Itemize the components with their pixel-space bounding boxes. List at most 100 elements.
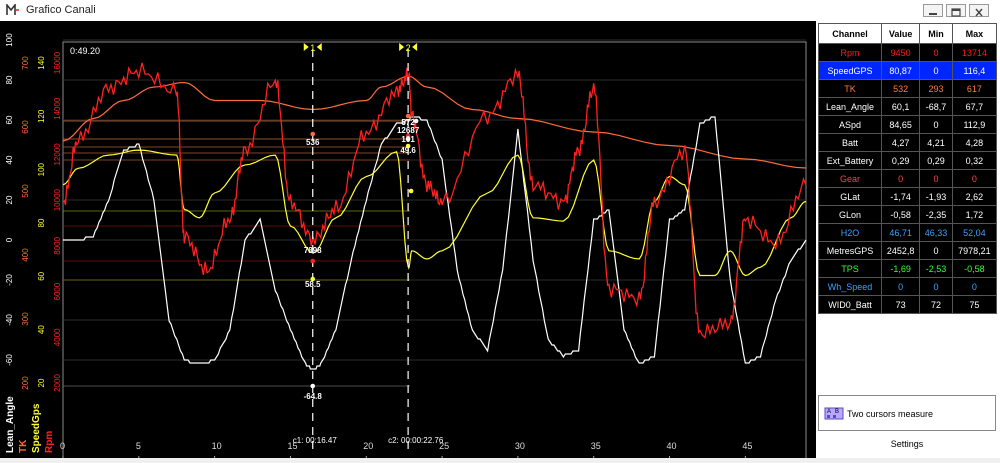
cursor-handle-left[interactable] bbox=[303, 43, 309, 51]
channel-row[interactable]: GLat -1,74 -1,93 2,62 bbox=[818, 187, 998, 206]
axis-name-speedgps: SpeedGps bbox=[31, 403, 42, 453]
cursor-handle-right[interactable] bbox=[412, 43, 418, 51]
cursor-handle-right[interactable] bbox=[316, 43, 322, 51]
y-tick-label: 20 bbox=[5, 195, 14, 204]
cursor-1-label: 1 bbox=[310, 43, 315, 53]
cursor-value-label: -64.8 bbox=[304, 392, 323, 401]
channel-row[interactable]: WID0_Batt 73 72 75 bbox=[818, 295, 998, 314]
channel-value-cell: 84,65 bbox=[880, 115, 921, 134]
cursor-1-readout: c1: 00:16.47 bbox=[293, 436, 338, 445]
channel-value-cell: 2452,8 bbox=[880, 241, 921, 260]
series-layer bbox=[62, 62, 807, 370]
cursor-value-label: 49.6 bbox=[400, 146, 416, 155]
y-tick-label: 140 bbox=[37, 56, 46, 70]
two-cursors-label: Two cursors measure bbox=[847, 409, 934, 419]
channel-value-cell: -1,69 bbox=[880, 259, 921, 278]
channel-value-cell: 0 bbox=[880, 277, 921, 296]
chart-area[interactable]: 100 80 60 40 20 0 -20 -40 -60 700 600 500 400 300 200 1… bbox=[0, 21, 816, 461]
y-tick-label: -20 bbox=[5, 274, 14, 286]
cursor-value-marker bbox=[408, 188, 414, 194]
channel-value-cell: -1,74 bbox=[880, 187, 921, 206]
axis-name-lean_angle: Lean_Angle bbox=[5, 396, 16, 453]
window-title: Grafico Canali bbox=[26, 4, 96, 16]
channel-value-cell: 9450 bbox=[880, 43, 921, 62]
channel-row[interactable]: Batt 4,27 4,21 4,28 bbox=[818, 133, 998, 152]
y-tick-label: 200 bbox=[21, 376, 30, 390]
axis-names: Lean_Angle TK SpeedGps Rpm bbox=[5, 396, 55, 453]
channel-channel-cell: TK bbox=[818, 79, 882, 98]
cursor-value-marker bbox=[310, 131, 316, 137]
channel-channel-cell: GLon bbox=[818, 205, 882, 224]
channel-channel-cell: Lean_Angle bbox=[818, 97, 882, 116]
channel-channel-cell: WID0_Batt bbox=[818, 295, 882, 314]
channel-row[interactable]: Ext_Battery 0,29 0,29 0,32 bbox=[818, 151, 998, 170]
channel-chart[interactable]: 100806040200-20-40-607006005004003002001… bbox=[0, 21, 816, 461]
y-tick-label: 16000 bbox=[53, 51, 62, 74]
channel-row[interactable]: Rpm 9450 0 13714 bbox=[818, 43, 998, 62]
title-bar: Grafico Canali bbox=[0, 0, 1000, 22]
channel-max-cell: 1,72 bbox=[951, 205, 998, 224]
channel-row[interactable]: Lean_Angle 60,1 -68,7 67,7 bbox=[818, 97, 998, 116]
x-tick-label: 35 bbox=[591, 441, 601, 451]
two-cursors-tool[interactable]: AB Two cursors measure bbox=[818, 395, 996, 431]
svg-text:B: B bbox=[835, 409, 839, 415]
channel-max-cell: 116,4 bbox=[951, 61, 998, 80]
cursor-handle-left[interactable] bbox=[399, 43, 405, 51]
cursors[interactable]: 1 c1: 00:16.47 536 7898 58.5 -64.8 2 c2: 00:00:… bbox=[293, 43, 444, 453]
channel-min-cell: 0 bbox=[919, 43, 953, 62]
channel-panel: Channel Value Min Max Rpm 9450 0 13714 SpeedGPS… bbox=[816, 21, 1000, 458]
y-tick-label: 6000 bbox=[53, 282, 62, 300]
channel-min-cell: -1,93 bbox=[919, 187, 953, 206]
y-tick-label: 700 bbox=[21, 56, 30, 70]
channel-row[interactable]: TPS -1,69 -2,53 -0,58 bbox=[818, 259, 998, 278]
channel-table: Channel Value Min Max Rpm 9450 0 13714 SpeedGPS… bbox=[818, 23, 998, 314]
y-tick-label: 120 bbox=[37, 109, 46, 123]
channel-min-cell: 0,29 bbox=[919, 151, 953, 170]
channel-row[interactable]: Wh_Speed 0 0 0 bbox=[818, 277, 998, 296]
channel-min-cell: 0 bbox=[919, 277, 953, 296]
minimize-button[interactable] bbox=[923, 4, 943, 17]
cursor-value-lines bbox=[63, 120, 410, 387]
channel-channel-cell: H2O bbox=[818, 223, 882, 242]
close-button[interactable] bbox=[969, 4, 989, 17]
y-tick-label: 20 bbox=[37, 378, 46, 387]
axis-name-tk: TK bbox=[18, 439, 29, 453]
channel-max-cell: 0,32 bbox=[951, 151, 998, 170]
y-tick-label: 400 bbox=[21, 248, 30, 262]
svg-text:A: A bbox=[827, 409, 831, 415]
channel-min-cell: -2,53 bbox=[919, 259, 953, 278]
column-header: Max bbox=[951, 23, 998, 44]
y-tick-label: 60 bbox=[5, 115, 14, 124]
channel-row[interactable]: H2O 46,71 46,33 52,04 bbox=[818, 223, 998, 242]
channel-value-cell: 80,87 bbox=[880, 61, 921, 80]
settings-button[interactable]: Settings bbox=[818, 433, 996, 455]
cursor-value-label: 101 bbox=[401, 135, 415, 144]
channel-max-cell: -0,58 bbox=[951, 259, 998, 278]
channel-row[interactable]: TK 532 293 617 bbox=[818, 79, 998, 98]
y-tick-label: 300 bbox=[21, 312, 30, 326]
channel-row[interactable]: ASpd 84,65 0 112,9 bbox=[818, 115, 998, 134]
maximize-button[interactable] bbox=[946, 4, 966, 17]
cursor-value-marker bbox=[413, 118, 419, 124]
channel-min-cell: 0 bbox=[919, 169, 953, 188]
close-icon bbox=[975, 8, 983, 17]
y-tick-label: -40 bbox=[5, 314, 14, 326]
channel-value-cell: -0,58 bbox=[880, 205, 921, 224]
series-speedgps-line bbox=[62, 149, 807, 277]
column-header: Min bbox=[919, 23, 953, 44]
channel-max-cell: 2,62 bbox=[951, 187, 998, 206]
channel-min-cell: -68,7 bbox=[919, 97, 953, 116]
y-tick-label: 10000 bbox=[53, 188, 62, 211]
channel-min-cell: 0 bbox=[919, 61, 953, 80]
channel-row[interactable]: GLon -0,58 -2,35 1,72 bbox=[818, 205, 998, 224]
channel-min-cell: 293 bbox=[919, 79, 953, 98]
channel-channel-cell: GLat bbox=[818, 187, 882, 206]
channel-channel-cell: ASpd bbox=[818, 115, 882, 134]
channel-row[interactable]: MetresGPS 2452,8 0 7978,21 bbox=[818, 241, 998, 260]
channel-row[interactable]: SpeedGPS 80,87 0 116,4 bbox=[818, 61, 998, 80]
channel-value-cell: 532 bbox=[880, 79, 921, 98]
channel-row[interactable]: Gear 0 0 0 bbox=[818, 169, 998, 188]
channel-value-cell: 60,1 bbox=[880, 97, 921, 116]
x-tick-label: 10 bbox=[212, 441, 222, 451]
channel-channel-cell: MetresGPS bbox=[818, 241, 882, 260]
